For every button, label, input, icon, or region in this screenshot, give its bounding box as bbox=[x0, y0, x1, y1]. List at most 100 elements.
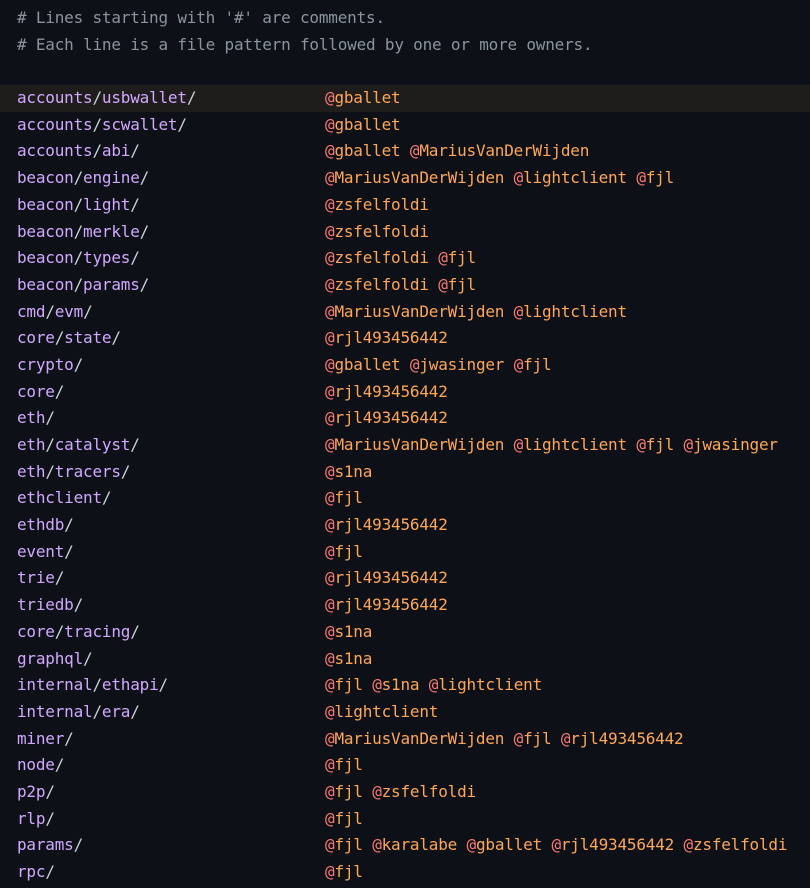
path-separator: / bbox=[111, 328, 121, 348]
file-pattern: cmd/evm/ bbox=[17, 302, 93, 321]
owner-handle: @karalabe bbox=[372, 835, 457, 854]
owner-list: @zsfelfoldi bbox=[325, 192, 429, 219]
file-pattern: node/ bbox=[17, 755, 64, 774]
owner-handle: @fjl bbox=[636, 435, 674, 454]
path-segment: trie bbox=[17, 568, 55, 588]
owner-name: fjl bbox=[645, 435, 675, 454]
code-editor[interactable]: # Lines starting with '#' are comments. #… bbox=[0, 0, 810, 888]
owner-list: @ zsfelfoldi @fjl bbox=[325, 245, 476, 272]
code-line[interactable]: crypto/@gballet @jwasinger @fjl bbox=[0, 352, 810, 379]
code-line[interactable]: miner/@MariusVanDerWijden @fjl @rjl49345… bbox=[0, 726, 810, 753]
path-segment: beacon bbox=[17, 194, 74, 214]
owner-list: @rjl493456442 bbox=[325, 379, 448, 406]
at-sign: @ bbox=[372, 835, 382, 855]
owner-handle: @fjl bbox=[438, 248, 476, 267]
owner-handle: @fjl bbox=[325, 862, 363, 881]
path-segment: params bbox=[83, 274, 140, 294]
owner-handle: @fjl bbox=[325, 835, 363, 854]
owner-name: fjl bbox=[523, 728, 552, 748]
owner-handle: @lightclient bbox=[325, 702, 438, 721]
code-line[interactable]: ethclient/ @fjl bbox=[0, 485, 810, 512]
code-line[interactable]: beacon/merkle/@zsfelfoldi bbox=[0, 219, 810, 246]
code-line[interactable]: rpc/ @fjl bbox=[0, 859, 810, 886]
comment-line[interactable]: # Each line is a file pattern followed b… bbox=[0, 32, 810, 59]
owner-handle: @lightclient bbox=[429, 675, 542, 694]
owner-handle: @fjl bbox=[636, 168, 674, 187]
owner-handle: @zsfelfoldi bbox=[325, 275, 429, 294]
file-pattern: eth/catalyst/ bbox=[17, 435, 140, 454]
at-sign: @ bbox=[438, 248, 448, 268]
path-separator: / bbox=[73, 194, 84, 214]
path-separator: / bbox=[92, 88, 102, 108]
code-line[interactable]: core/state/@rjl493456442 bbox=[0, 325, 810, 352]
path-segment: beacon bbox=[17, 221, 74, 241]
path-segment: accounts bbox=[17, 114, 93, 134]
file-pattern: graphql/ bbox=[17, 649, 93, 668]
file-pattern: beacon/types/ bbox=[17, 248, 140, 267]
code-line[interactable]: eth/tracers/@s1na bbox=[0, 459, 810, 486]
path-segment: tracing bbox=[64, 621, 131, 641]
owner-name: gballet bbox=[334, 354, 401, 374]
path-segment: internal bbox=[17, 701, 93, 721]
file-pattern: trie/ bbox=[17, 568, 64, 587]
code-line[interactable]: accounts/abi/@gballet @MariusVanDerWijde… bbox=[0, 138, 810, 165]
owner-handle: @fjl bbox=[325, 809, 363, 828]
code-line[interactable]: event/ @fjl bbox=[0, 539, 810, 566]
code-line[interactable]: eth/ @rjl493456442 bbox=[0, 405, 810, 432]
code-line[interactable]: eth/catalyst/@MariusVanDerWijden @lightc… bbox=[0, 432, 810, 459]
comment-line[interactable]: # Lines starting with '#' are comments. bbox=[0, 5, 810, 32]
file-pattern: rlp/ bbox=[17, 809, 55, 828]
code-line[interactable]: params/@fjl @karalabe @gballet @rjl49345… bbox=[0, 832, 810, 859]
path-segment: cmd bbox=[17, 301, 46, 321]
code-line[interactable]: core/ @rjl493456442 bbox=[0, 379, 810, 406]
file-pattern: beacon/engine/ bbox=[17, 168, 149, 187]
code-line[interactable]: node/ @fjl bbox=[0, 752, 810, 779]
code-line[interactable]: core/tracing/@s1na bbox=[0, 619, 810, 646]
code-line[interactable]: beacon/light/@zsfelfoldi bbox=[0, 192, 810, 219]
owner-name: lightclient bbox=[523, 435, 627, 454]
blank-line[interactable] bbox=[0, 58, 810, 85]
owner-name: MariusVanDerWijden bbox=[419, 141, 590, 161]
owner-name: zsfelfoldi bbox=[381, 781, 477, 801]
file-pattern: eth/ bbox=[17, 408, 55, 427]
owner-handle: @rjl493456442 bbox=[325, 595, 448, 614]
code-line[interactable]: cmd/evm/@MariusVanDerWijden @lightclient bbox=[0, 299, 810, 326]
owner-list: @fjl @karalabe @gballet @rjl493456442 @z… bbox=[325, 832, 787, 859]
owner-name: zsfelfoldi bbox=[334, 248, 429, 268]
owner-name: fjl bbox=[523, 354, 552, 374]
path-segment: state bbox=[64, 328, 112, 348]
code-line[interactable]: rlp/ @fjl bbox=[0, 806, 810, 833]
owner-list: @rjl493456442 bbox=[325, 405, 448, 432]
code-line[interactable]: ethdb/ @rjl493456442 bbox=[0, 512, 810, 539]
path-segment: miner bbox=[17, 728, 65, 748]
path-segment: rlp bbox=[17, 808, 46, 828]
owner-name: rjl493456442 bbox=[334, 515, 448, 535]
code-line[interactable]: accounts/usbwallet/@gballet bbox=[0, 85, 810, 112]
owner-handle: @MariusVanDerWijden bbox=[325, 729, 504, 748]
owner-handle: @MariusVanDerWijden bbox=[325, 302, 504, 321]
code-line[interactable]: trie/ @rjl493456442 bbox=[0, 565, 810, 592]
code-line[interactable]: triedb/ @rjl493456442 bbox=[0, 592, 810, 619]
code-line[interactable]: internal/era/@lightclient bbox=[0, 699, 810, 726]
owner-name: fjl bbox=[334, 781, 363, 801]
code-line[interactable]: beacon/engine/@MariusVanDerWijden @light… bbox=[0, 165, 810, 192]
owner-handle: @MariusVanDerWijden bbox=[410, 141, 589, 160]
owner-name: fjl bbox=[334, 675, 363, 695]
owner-name: rjl493456442 bbox=[560, 835, 675, 855]
path-segment: beacon bbox=[17, 248, 74, 268]
owner-name: lightclient bbox=[523, 168, 627, 188]
code-line[interactable]: beacon/types/ @ zsfelfoldi @fjl bbox=[0, 245, 810, 272]
code-line[interactable]: accounts/scwallet/@gballet bbox=[0, 112, 810, 139]
path-separator: / bbox=[45, 808, 55, 828]
at-sign: @ bbox=[438, 274, 448, 294]
path-segment: types bbox=[83, 248, 131, 268]
code-line[interactable]: graphql/ @s1na bbox=[0, 646, 810, 673]
owner-name: rjl493456442 bbox=[334, 328, 448, 348]
owner-name: fjl bbox=[334, 835, 363, 855]
owner-list: @fjl bbox=[325, 752, 363, 779]
code-line[interactable]: internal/ethapi/@fjl @s1na @lightclient bbox=[0, 672, 810, 699]
code-line[interactable]: p2p/@fjl @zsfelfoldi bbox=[0, 779, 810, 806]
path-separator: / bbox=[92, 701, 102, 721]
path-separator: / bbox=[83, 301, 93, 321]
code-line[interactable]: beacon/params/@zsfelfoldi @fjl bbox=[0, 272, 810, 299]
